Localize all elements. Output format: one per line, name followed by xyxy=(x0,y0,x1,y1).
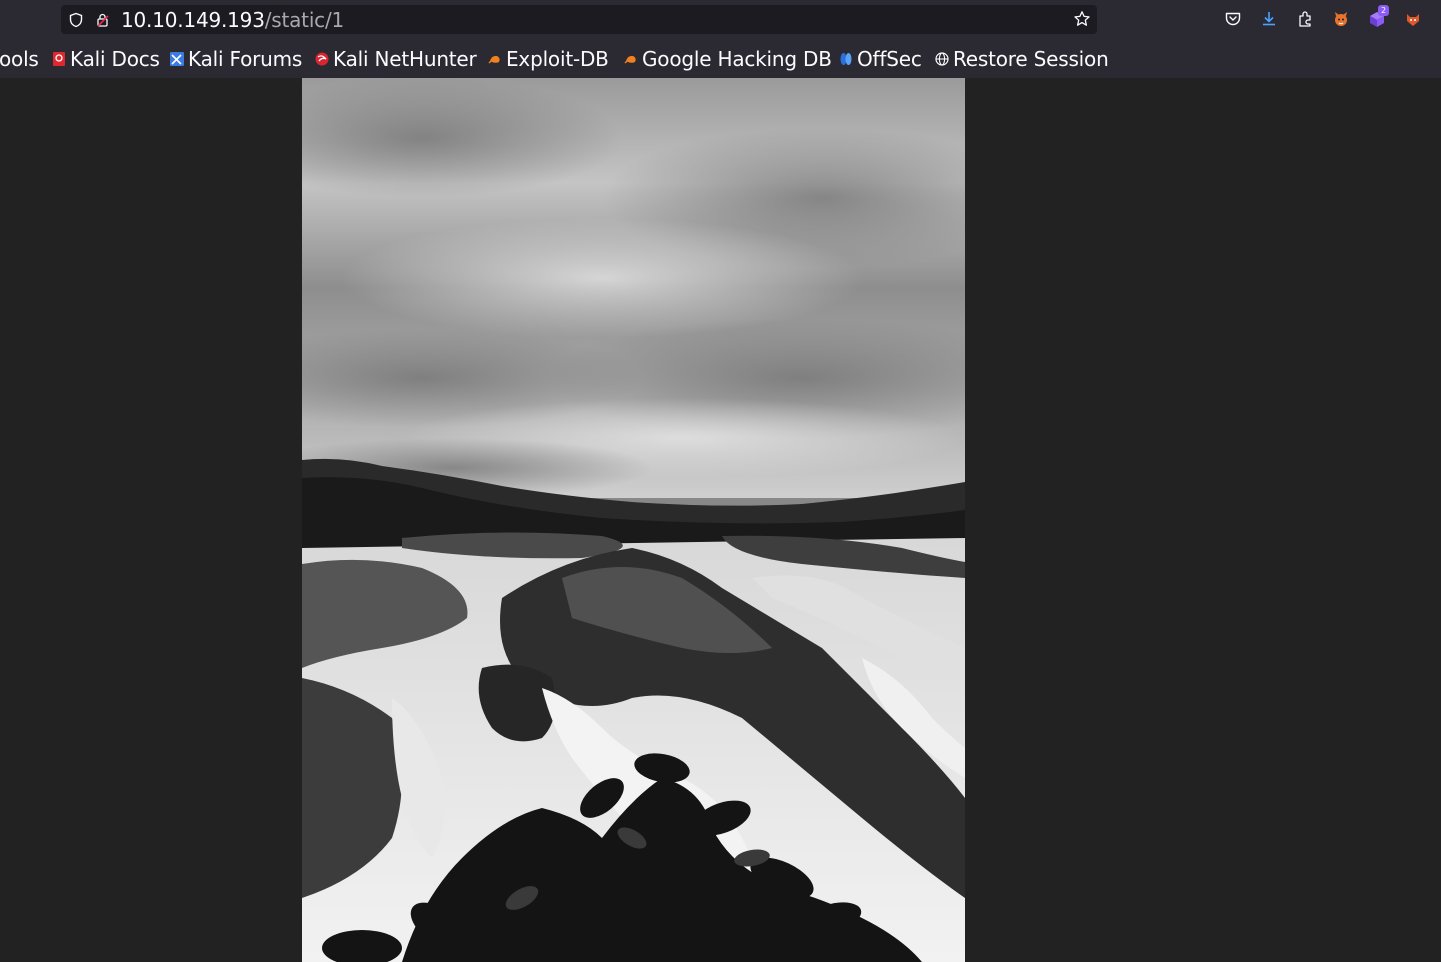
bookmark-kali-nethunter[interactable]: Kali NetHunter xyxy=(315,46,477,72)
shield-icon[interactable] xyxy=(68,12,84,28)
lock-warning-icon[interactable] xyxy=(95,12,111,28)
page-content xyxy=(0,78,1441,962)
extensions-icon[interactable] xyxy=(1295,9,1315,29)
bookmark-star-icon[interactable] xyxy=(1073,10,1091,28)
bookmark-offsec[interactable]: OffSec xyxy=(839,46,922,72)
extension-badge: 2 xyxy=(1378,5,1389,16)
bookmark-label: Exploit-DB xyxy=(506,47,609,71)
bookmark-tools[interactable]: ools xyxy=(0,46,39,72)
offsec-icon xyxy=(839,52,853,66)
bookmark-kali-forums[interactable]: Kali Forums xyxy=(170,46,302,72)
bookmark-label: Restore Session xyxy=(953,47,1109,71)
globe-icon xyxy=(935,52,949,66)
river-photo[interactable] xyxy=(302,78,965,962)
kali-forums-icon xyxy=(170,52,184,66)
bookmark-kali-docs[interactable]: Kali Docs xyxy=(52,46,160,72)
extension-fox-icon[interactable] xyxy=(1331,9,1351,29)
bookmark-restore-session[interactable]: Restore Session xyxy=(935,46,1109,72)
kali-docs-icon xyxy=(52,52,66,66)
bookmark-label: OffSec xyxy=(857,47,922,71)
bookmark-label: Kali NetHunter xyxy=(333,47,477,71)
extension-foxyproxy-icon[interactable] xyxy=(1403,9,1423,29)
extension-cube-icon[interactable]: 2 xyxy=(1367,5,1389,29)
exploit-db-icon xyxy=(488,52,502,66)
url-bar[interactable]: 10.10.149.193/static/1 xyxy=(61,5,1097,34)
bookmark-label: ools xyxy=(0,47,39,71)
river-photo-image xyxy=(302,78,965,962)
navigation-toolbar: 10.10.149.193/static/1 2 xyxy=(0,0,1441,40)
bookmark-label: Google Hacking DB xyxy=(642,47,832,71)
bookmark-google-hacking-db[interactable]: Google Hacking DB xyxy=(624,46,832,72)
bookmark-label: Kali Forums xyxy=(188,47,303,71)
exploit-db-icon xyxy=(624,52,638,66)
pocket-icon[interactable] xyxy=(1223,9,1243,29)
download-icon[interactable] xyxy=(1259,9,1279,29)
url-host: 10.10.149.193 xyxy=(121,8,265,32)
url-path: /static/1 xyxy=(264,8,345,32)
bookmark-exploit-db[interactable]: Exploit-DB xyxy=(488,46,609,72)
url-text[interactable]: 10.10.149.193/static/1 xyxy=(121,9,344,31)
bookmarks-bar: ools Kali Docs Kali Forums Kali NetHunte… xyxy=(0,40,1441,78)
kali-nethunter-icon xyxy=(315,52,329,66)
bookmark-label: Kali Docs xyxy=(70,47,160,71)
